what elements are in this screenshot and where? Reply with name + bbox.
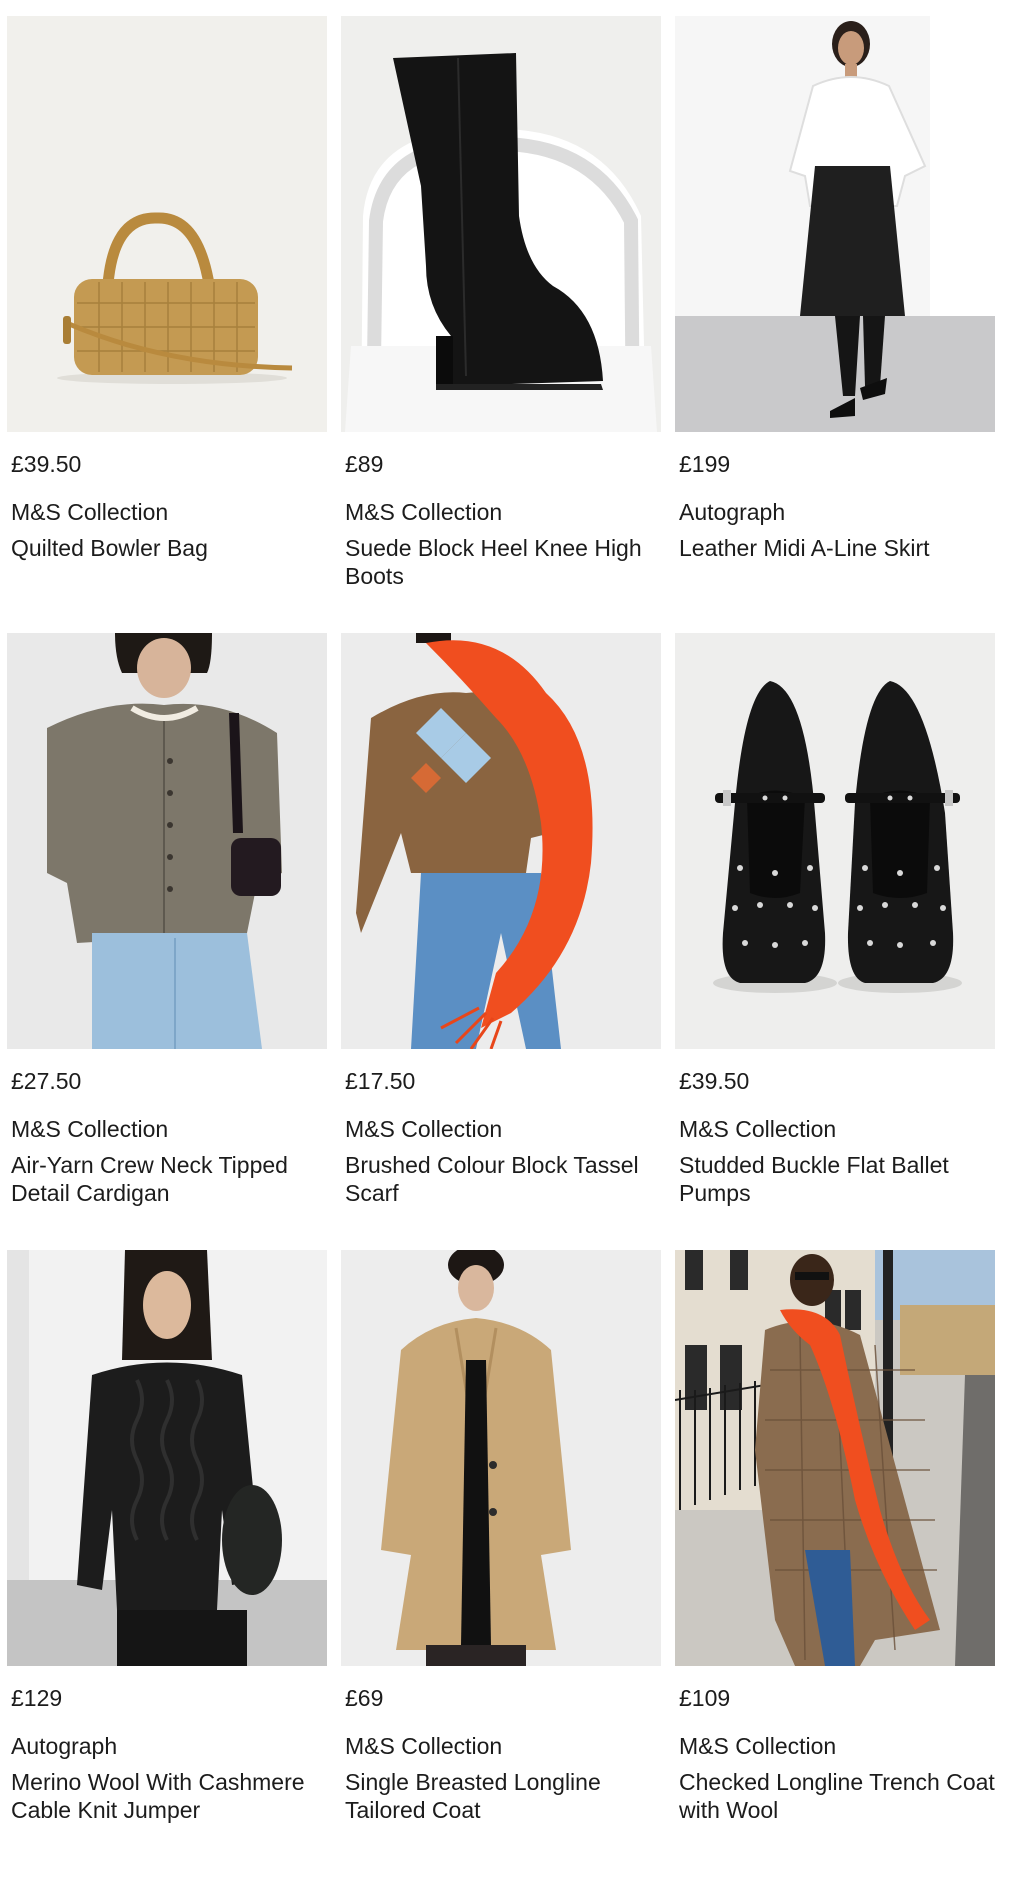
cardigan-model-image: [7, 633, 327, 1049]
product-card-leather-midi-skirt[interactable]: £199 Autograph Leather Midi A-Line Skirt: [675, 16, 995, 633]
product-card-knee-high-boots[interactable]: £89 M&S Collection Suede Block Heel Knee…: [341, 16, 661, 633]
product-title[interactable]: Brushed Colour Block Tassel Scarf: [345, 1151, 661, 1207]
orange-scarf-model-image: [341, 633, 661, 1049]
product-image[interactable]: [675, 16, 995, 432]
product-card-air-yarn-cardigan[interactable]: £27.50 M&S Collection Air-Yarn Crew Neck…: [7, 633, 327, 1250]
cable-knit-jumper-model-image: [7, 1250, 327, 1666]
product-price: £27.50: [11, 1068, 82, 1094]
product-brand: M&S Collection: [11, 499, 169, 525]
product-card-tailored-coat[interactable]: £69 M&S Collection Single Breasted Longl…: [341, 1250, 661, 1867]
product-title[interactable]: Checked Longline Trench Coat with Wool: [679, 1768, 995, 1824]
product-title[interactable]: Leather Midi A-Line Skirt: [679, 534, 995, 562]
checked-trench-street-model-image: [675, 1250, 995, 1666]
studded-ballet-pumps-image: [675, 633, 995, 1049]
product-brand: Autograph: [11, 1733, 118, 1759]
product-card-quilted-bowler-bag[interactable]: £39.50 M&S Collection Quilted Bowler Bag: [7, 16, 327, 633]
product-card-studded-ballet-pumps[interactable]: £39.50 M&S Collection Studded Buckle Fla…: [675, 633, 995, 1250]
product-title[interactable]: Air-Yarn Crew Neck Tipped Detail Cardiga…: [11, 1151, 327, 1207]
product-price: £39.50: [679, 1068, 750, 1094]
knee-high-boot-image: [341, 16, 661, 432]
leather-skirt-model-image: [675, 16, 995, 432]
product-price: £89: [345, 451, 384, 477]
product-price: £39.50: [11, 451, 82, 477]
product-image[interactable]: [675, 1250, 995, 1666]
product-brand: Autograph: [679, 499, 786, 525]
camel-coat-model-image: [341, 1250, 661, 1666]
product-image[interactable]: [7, 633, 327, 1049]
product-grid: £39.50 M&S Collection Quilted Bowler Bag…: [7, 16, 995, 1867]
product-brand: M&S Collection: [679, 1116, 837, 1142]
product-brand: M&S Collection: [345, 1116, 503, 1142]
product-price: £199: [679, 451, 731, 477]
product-image[interactable]: [341, 16, 661, 432]
quilted-bowler-bag-image: [7, 16, 327, 432]
product-title[interactable]: Suede Block Heel Knee High Boots: [345, 534, 661, 590]
product-image[interactable]: [7, 16, 327, 432]
product-price: £17.50: [345, 1068, 416, 1094]
product-image[interactable]: [675, 633, 995, 1049]
product-title[interactable]: Quilted Bowler Bag: [11, 534, 327, 562]
product-price: £129: [11, 1685, 63, 1711]
product-card-tassel-scarf[interactable]: £17.50 M&S Collection Brushed Colour Blo…: [341, 633, 661, 1250]
product-title[interactable]: Merino Wool With Cashmere Cable Knit Jum…: [11, 1768, 327, 1824]
product-brand: M&S Collection: [345, 499, 503, 525]
product-image[interactable]: [7, 1250, 327, 1666]
product-price: £69: [345, 1685, 384, 1711]
product-brand: M&S Collection: [345, 1733, 503, 1759]
product-brand: M&S Collection: [11, 1116, 169, 1142]
product-card-checked-trench[interactable]: £109 M&S Collection Checked Longline Tre…: [675, 1250, 995, 1867]
product-title[interactable]: Studded Buckle Flat Ballet Pumps: [679, 1151, 995, 1207]
product-image[interactable]: [341, 1250, 661, 1666]
product-title[interactable]: Single Breasted Longline Tailored Coat: [345, 1768, 661, 1824]
product-card-cable-knit-jumper[interactable]: £129 Autograph Merino Wool With Cashmere…: [7, 1250, 327, 1867]
product-price: £109: [679, 1685, 731, 1711]
product-image[interactable]: [341, 633, 661, 1049]
product-brand: M&S Collection: [679, 1733, 837, 1759]
